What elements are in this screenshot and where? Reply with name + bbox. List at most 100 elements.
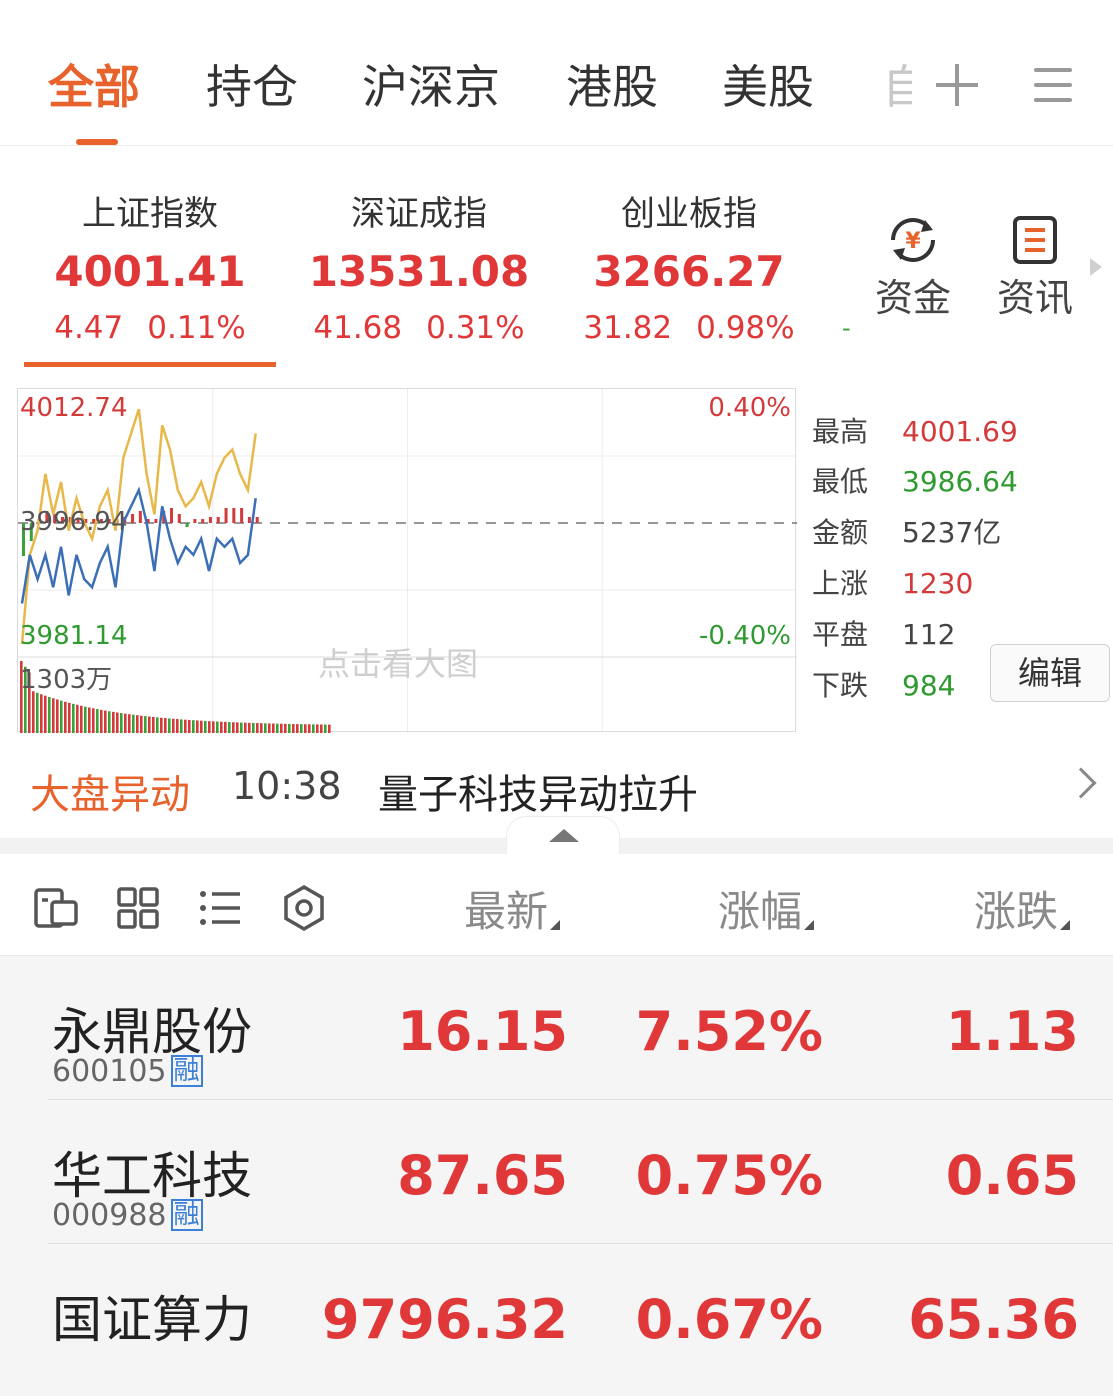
grid-view-icon[interactable] [114,884,162,932]
tab-holdings[interactable]: 持仓 [206,58,298,116]
column-change[interactable]: 涨跌 [974,878,1071,939]
market-tabs: 全部 持仓 沪深京 港股 美股 自 [0,0,1113,146]
volume-bar [184,719,187,733]
volume-bar [192,720,195,733]
index-value: 4001.41 [54,247,246,296]
volume-bar [224,721,227,733]
edit-button[interactable]: 编辑 [990,644,1110,702]
table-row[interactable]: 国证算力 9796.32 0.67% 65.36 [0,1244,1113,1388]
stat-value: 5237亿 [902,516,1002,549]
stat-value: 3986.64 [902,465,1018,498]
stock-latest: 9796.32 [322,1288,568,1351]
chart-low-label: 3981.14 [20,621,128,651]
index-summary: 上证指数 4001.41 4.47 0.11% 深证成指 13531.08 41.… [0,146,1113,382]
volume-bar [204,720,207,733]
more-arrow-icon[interactable] [1090,258,1102,276]
volume-bar [76,704,79,733]
overflow-dash: - [842,314,851,342]
tab-us-stocks[interactable]: 美股 [722,58,814,116]
volume-bar [92,708,95,733]
volume-bar [116,712,119,733]
volume-bar [312,724,315,733]
stock-change: 0.65 [945,1144,1079,1207]
volume-bar [60,700,63,733]
tab-hong-kong[interactable]: 港股 [566,58,658,116]
stock-code: 600105 融 [52,1054,203,1089]
breadth-bar [208,517,212,523]
volume-bar [132,714,135,733]
stat-low: 最低 3986.64 [812,462,1018,502]
tab-all[interactable]: 全部 [48,58,140,116]
add-tab-icon[interactable] [936,64,978,106]
volume-bar [280,723,283,733]
volume-bar [180,719,183,733]
index-name: 创业板指 [621,194,757,234]
volume-bar [44,695,47,733]
breadth-bar [170,508,174,523]
index-card-shanghai[interactable]: 上证指数 4001.41 4.47 0.11% [25,192,275,350]
volume-bar [164,718,167,733]
volume-bar [240,722,243,733]
volume-bar [292,723,295,733]
stat-unchanged: 平盘 112 [812,615,955,655]
list-view-icon[interactable] [196,884,244,932]
index-card-shenzhen[interactable]: 深证成指 13531.08 41.68 0.31% [294,192,544,350]
stock-pct: 7.52% [635,1000,823,1063]
stock-change: 65.36 [908,1288,1079,1351]
table-row[interactable]: 华工科技 000988 融 87.65 0.75% 0.65 [0,1100,1113,1244]
index-name: 深证成指 [351,194,487,234]
index-change: 41.68 0.31% [313,310,525,346]
volume-bar [220,721,223,733]
volume-bar [212,721,215,733]
volume-bar [112,711,115,733]
breadth-bar [255,517,259,523]
stat-advancers: 上涨 1230 [812,564,973,604]
volume-bar [84,706,87,733]
breadth-bar [131,514,135,523]
watchlist: 永鼎股份 600105 融 16.15 7.52% 1.13 华工科技 00098… [0,956,1113,1396]
column-change-pct[interactable]: 涨幅 [718,878,815,939]
alert-tag: 大盘异动 [30,772,190,818]
volume-bar [40,694,43,733]
volume-bar [216,721,219,733]
funds-button[interactable]: ¥ 资金 [868,212,958,322]
breadth-bar [185,523,189,527]
volume-bar [260,723,263,733]
chart-volume-label: 1303万 [20,665,113,695]
breadth-bar [193,519,197,523]
volume-bar [172,718,175,733]
layout-switch-icon[interactable] [32,884,80,932]
volume-bar [156,717,159,733]
tab-custom-partial[interactable]: 自 [882,58,912,116]
stat-value: 4001.69 [902,415,1018,448]
table-row[interactable]: 永鼎股份 600105 融 16.15 7.52% 1.13 [0,956,1113,1100]
tab-shanghai-shenzhen-beijing[interactable]: 沪深京 [362,58,500,116]
volume-bar [296,724,299,733]
chart-down-pct-label: -0.40% [699,621,791,651]
index-card-chinext[interactable]: 创业板指 3266.27 31.82 0.98% [564,192,814,350]
volume-bar [56,699,59,733]
index-active-indicator [24,362,276,367]
volume-bar [88,707,91,733]
volume-bar [124,713,127,733]
volume-bar [108,711,111,733]
news-button[interactable]: 资讯 [990,212,1080,322]
stat-decliners: 下跌 984 [812,666,955,706]
collapse-up-icon[interactable] [506,816,620,854]
index-change: 31.82 0.98% [583,310,795,346]
volume-bar [200,720,203,733]
volume-bar [256,723,259,733]
volume-bar [100,709,103,733]
volume-bar [244,722,247,733]
menu-icon[interactable] [1034,66,1072,104]
intraday-chart[interactable]: 4012.74 3996.94 3981.14 0.40% -0.40% 130… [17,388,797,733]
stock-latest: 87.65 [397,1144,568,1207]
index-value: 3266.27 [593,247,785,296]
volume-bar [248,722,251,733]
column-latest[interactable]: 最新 [464,878,561,939]
settings-hex-icon[interactable] [280,884,328,932]
stat-value: 984 [902,669,956,702]
stock-latest: 16.15 [397,1000,568,1063]
news-icon [1013,216,1057,264]
volume-bar [308,724,311,733]
